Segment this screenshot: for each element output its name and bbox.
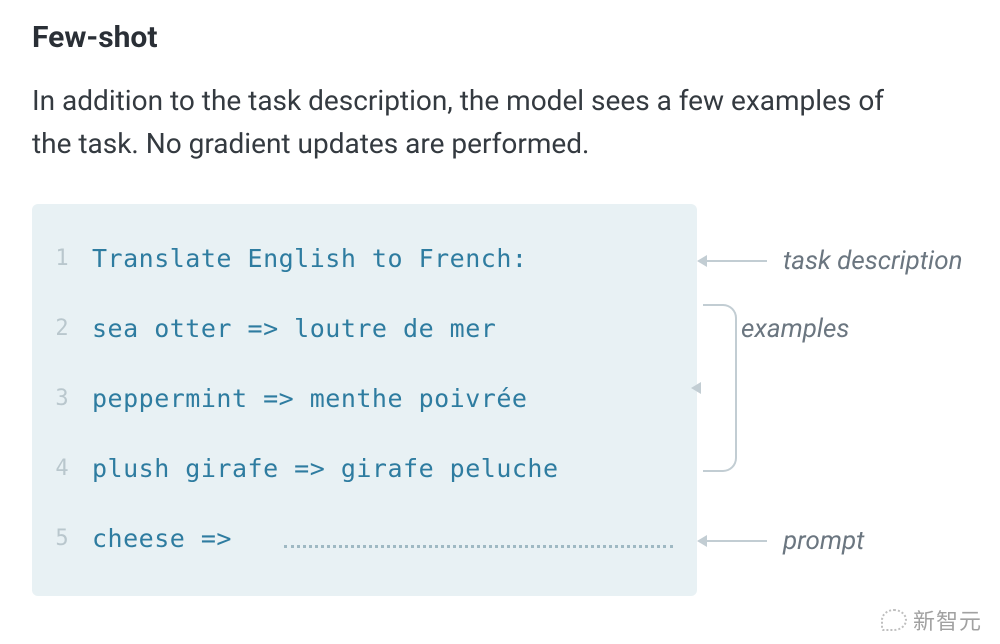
code-row: 5 cheese => bbox=[32, 504, 697, 574]
watermark-text: 新智元 bbox=[913, 604, 982, 636]
code-line: cheese => bbox=[92, 524, 232, 553]
section-description: In addition to the task description, the… bbox=[32, 79, 912, 166]
line-number: 4 bbox=[32, 456, 92, 481]
code-row: 1 Translate English to French: bbox=[32, 224, 697, 294]
code-line: Translate English to French: bbox=[92, 244, 527, 273]
code-line: peppermint => menthe poivrée bbox=[92, 384, 527, 413]
line-number: 3 bbox=[32, 386, 92, 411]
annotation-examples: examples bbox=[741, 314, 849, 344]
annotation-task-description: task description bbox=[697, 246, 963, 276]
code-row: 2 sea otter => loutre de mer bbox=[32, 294, 697, 364]
code-line: sea otter => loutre de mer bbox=[92, 314, 496, 343]
brace-icon bbox=[703, 304, 737, 472]
code-row: 3 peppermint => menthe poivrée bbox=[32, 364, 697, 434]
source-watermark: 新智元 bbox=[881, 604, 982, 636]
prompt-dotted-underline bbox=[284, 545, 673, 548]
figure: 1 Translate English to French: 2 sea ott… bbox=[32, 204, 968, 596]
code-line: plush girafe => girafe peluche bbox=[92, 454, 559, 483]
section-heading: Few-shot bbox=[32, 20, 968, 55]
arrow-left-icon bbox=[691, 382, 701, 394]
code-row: 4 plush girafe => girafe peluche bbox=[32, 434, 697, 504]
annotation-label: examples bbox=[741, 314, 849, 344]
code-block: 1 Translate English to French: 2 sea ott… bbox=[32, 204, 697, 596]
wechat-icon bbox=[881, 609, 907, 631]
line-number: 5 bbox=[32, 526, 92, 551]
line-number: 2 bbox=[32, 316, 92, 341]
annotation-prompt: prompt bbox=[697, 526, 864, 556]
annotation-column: task description examples prompt bbox=[697, 204, 968, 596]
annotation-label: prompt bbox=[783, 526, 864, 556]
annotation-label: task description bbox=[783, 246, 963, 276]
arrow-left-icon bbox=[697, 535, 767, 547]
arrow-left-icon bbox=[697, 255, 767, 267]
line-number: 1 bbox=[32, 246, 92, 271]
